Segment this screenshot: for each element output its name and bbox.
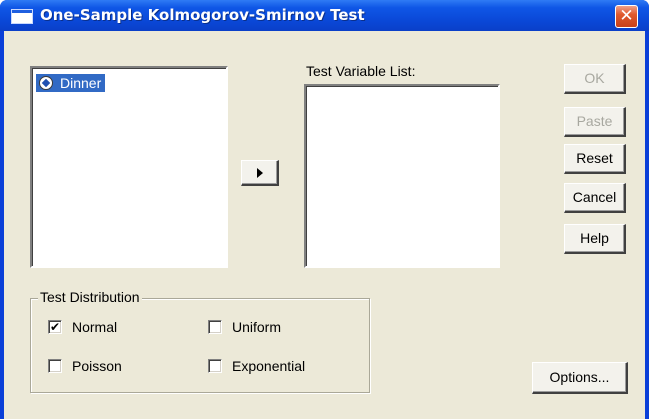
dialog-window: One-Sample Kolmogorov-Smirnov Test ✕ Din…	[0, 0, 649, 419]
checkbox-label: Poisson	[72, 358, 122, 374]
close-button[interactable]: ✕	[615, 5, 638, 28]
cancel-button[interactable]: Cancel	[564, 183, 626, 213]
options-button[interactable]: Options...	[532, 362, 628, 394]
help-button[interactable]: Help	[564, 224, 626, 254]
test-distribution-title: Test Distribution	[38, 289, 142, 305]
title-bar[interactable]: One-Sample Kolmogorov-Smirnov Test ✕	[0, 0, 649, 31]
scale-variable-icon	[39, 76, 53, 90]
uniform-checkbox[interactable]: Uniform	[208, 319, 318, 337]
test-variable-list-label: Test Variable List:	[306, 63, 416, 79]
dialog-body: Dinner Test Variable List: OK Paste Rese…	[4, 31, 645, 419]
normal-checkbox[interactable]: ✔ Normal	[48, 319, 158, 337]
checkbox-label: Normal	[72, 319, 118, 335]
checkbox-box[interactable]	[208, 359, 222, 373]
paste-button[interactable]: Paste	[564, 107, 626, 137]
source-variable-list[interactable]: Dinner	[30, 66, 228, 268]
list-item-label: Dinner	[60, 75, 102, 91]
checkbox-box[interactable]	[48, 359, 62, 373]
close-icon: ✕	[619, 6, 634, 26]
checkbox-label: Uniform	[232, 319, 282, 335]
window-title: One-Sample Kolmogorov-Smirnov Test	[40, 6, 365, 24]
list-item-dinner[interactable]: Dinner	[36, 74, 106, 92]
test-distribution-group	[30, 298, 370, 393]
exponential-checkbox[interactable]: Exponential	[208, 358, 338, 376]
poisson-checkbox[interactable]: Poisson	[48, 358, 158, 376]
checkbox-box[interactable]	[208, 320, 222, 334]
right-arrow-icon	[256, 168, 263, 179]
reset-button[interactable]: Reset	[564, 144, 626, 174]
ok-button[interactable]: OK	[564, 64, 626, 94]
checkbox-box[interactable]: ✔	[48, 320, 62, 334]
move-variable-button[interactable]	[241, 160, 279, 186]
test-variable-list[interactable]	[304, 84, 500, 268]
window-app-icon	[11, 9, 33, 24]
checkbox-label: Exponential	[232, 358, 306, 374]
